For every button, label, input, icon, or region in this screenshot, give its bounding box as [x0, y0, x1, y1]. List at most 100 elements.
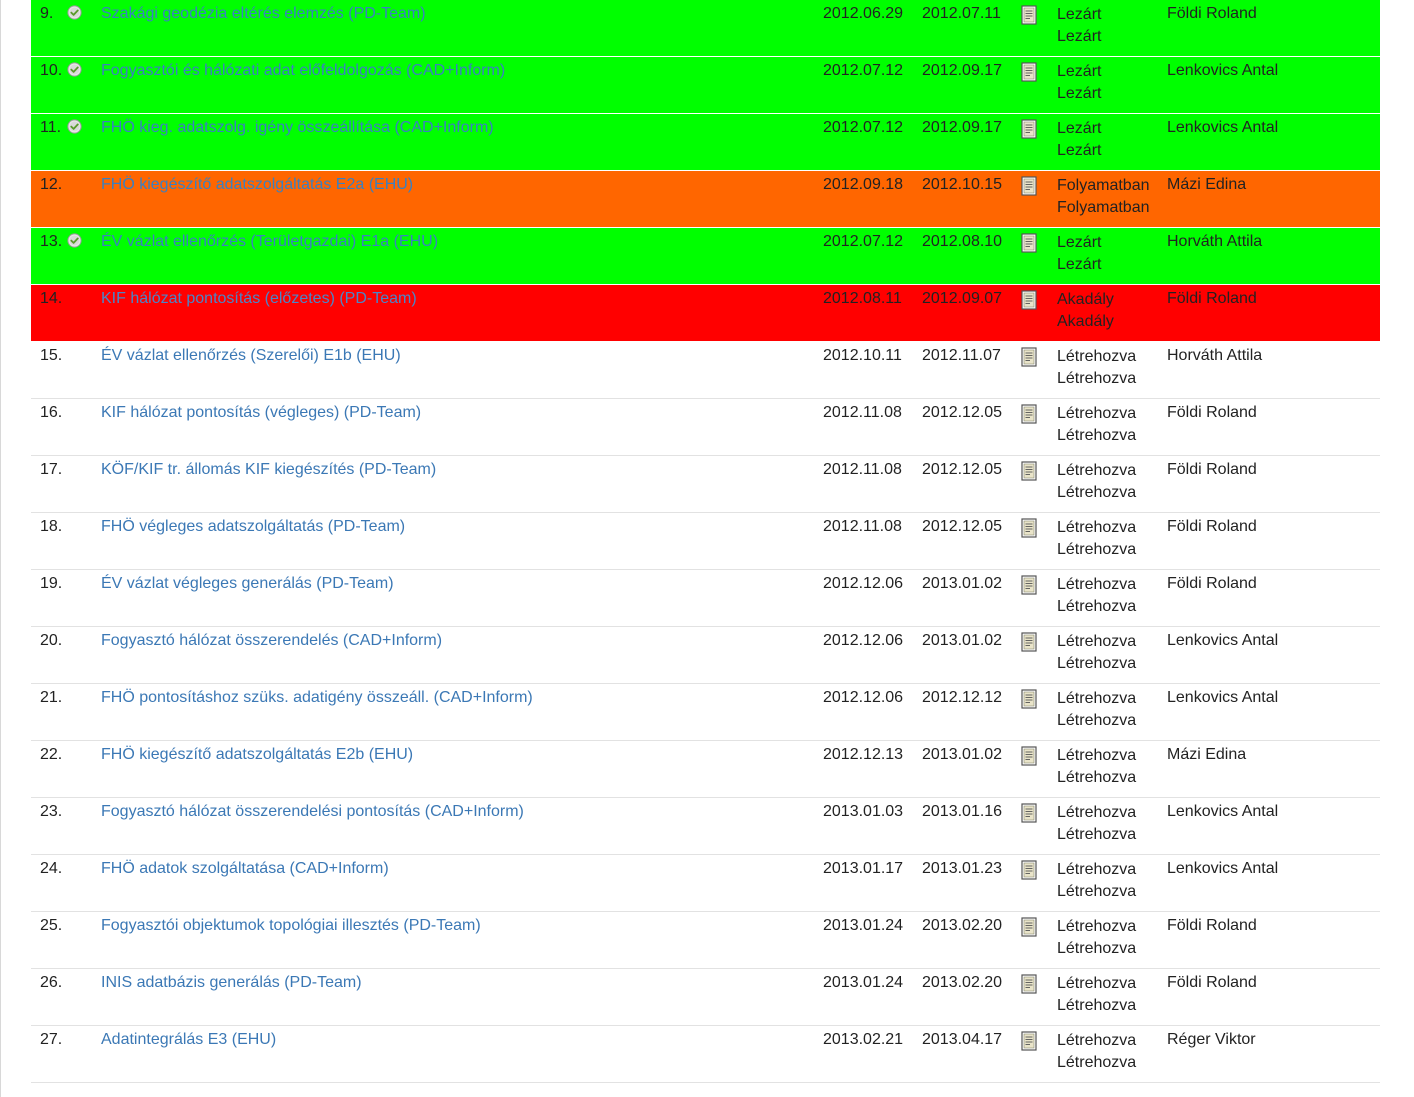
document-icon[interactable] — [1021, 917, 1038, 937]
table-row: 23. Fogyasztó hálózat összerendelési pon… — [31, 798, 1380, 855]
task-title-link[interactable]: Adatintegrálás E3 (EHU) — [101, 1031, 276, 1048]
task-title-link[interactable]: ÉV vázlat végleges generálás (PD-Team) — [101, 575, 394, 592]
row-number: 18. — [40, 518, 63, 535]
start-date: 2012.07.12 — [823, 119, 904, 136]
owner: Földi Roland — [1167, 974, 1257, 991]
document-icon[interactable] — [1021, 461, 1038, 481]
status-secondary: Lezárt — [1057, 85, 1102, 102]
task-title: KIF hálózat pontosítás (végleges) (PD-Te… — [101, 402, 421, 424]
start-date: 2012.11.08 — [823, 518, 902, 535]
document-icon[interactable] — [1021, 5, 1038, 25]
start-date: 2012.07.12 — [823, 62, 904, 79]
end-date: 2012.07.11 — [922, 5, 1001, 22]
task-title-link[interactable]: Fogyasztó hálózat összerendelési pontosí… — [101, 803, 524, 820]
task-title-link[interactable]: Fogyasztói és hálózati adat előfeldolgoz… — [101, 62, 505, 79]
table-row: 24. FHÖ adatok szolgáltatása (CAD+Inform… — [31, 855, 1380, 912]
document-icon[interactable] — [1021, 119, 1038, 139]
task-title-link[interactable]: FHÖ kiegészítő adatszolgáltatás E2a (EHU… — [101, 176, 413, 193]
status-secondary: Létrehozva — [1057, 370, 1137, 387]
task-title: Szakági geodézia eltérés elemzés (PD-Tea… — [101, 3, 426, 25]
task-title-link[interactable]: ÉV vázlat ellenőrzés (Szerelői) E1b (EHU… — [101, 347, 401, 364]
end-date: 2013.01.16 — [922, 803, 1003, 820]
status-primary: Létrehozva — [1057, 1032, 1137, 1049]
task-title-link[interactable]: FHÖ kieg. adatszolg. igény összeállítása… — [101, 119, 494, 136]
document-icon[interactable] — [1021, 404, 1038, 424]
end-date: 2012.12.05 — [922, 461, 1003, 478]
task-title: ÉV vázlat ellenőrzés (Területgazdai) E1a… — [101, 231, 438, 253]
task-title: KÖF/KIF tr. állomás KIF kiegészítés (PD-… — [101, 459, 436, 481]
end-date: 2012.12.05 — [922, 404, 1003, 421]
status: Akadály Akadály — [1057, 289, 1114, 333]
document-icon[interactable] — [1021, 860, 1038, 880]
row-number: 13. — [40, 233, 63, 250]
document-icon[interactable] — [1021, 632, 1038, 652]
status: Létrehozva Létrehozva — [1057, 688, 1136, 732]
document-icon[interactable] — [1021, 1031, 1038, 1051]
owner: Földi Roland — [1167, 518, 1257, 535]
status: Folyamatban Folyamatban — [1057, 175, 1150, 219]
table-row: 14. KIF hálózat pontosítás (előzetes) (P… — [31, 285, 1380, 342]
document-icon[interactable] — [1021, 746, 1038, 766]
status-primary: Létrehozva — [1057, 576, 1137, 593]
document-icon[interactable] — [1021, 176, 1038, 196]
status-primary: Lezárt — [1057, 63, 1102, 80]
end-date: 2013.02.20 — [922, 974, 1003, 991]
status-secondary: Létrehozva — [1057, 541, 1137, 558]
status-primary: Lezárt — [1057, 234, 1102, 251]
document-icon[interactable] — [1021, 803, 1038, 823]
task-title: FHÖ kieg. adatszolg. igény összeállítása… — [101, 117, 494, 139]
status-primary: Lezárt — [1057, 6, 1102, 23]
task-table: 9. Szakági geodézia eltérés elemzés (PD-… — [31, 0, 1380, 1083]
document-icon[interactable] — [1021, 347, 1038, 367]
start-date: 2012.11.08 — [823, 461, 902, 478]
owner: Földi Roland — [1167, 5, 1257, 22]
row-number: 14. — [40, 290, 63, 307]
status-primary: Létrehozva — [1057, 519, 1137, 536]
check-circle-icon — [67, 233, 82, 248]
task-title: INIS adatbázis generálás (PD-Team) — [101, 972, 362, 994]
owner: Lenkovics Antal — [1167, 119, 1279, 136]
task-title-link[interactable]: INIS adatbázis generálás (PD-Team) — [101, 974, 362, 991]
start-date: 2012.07.12 — [823, 233, 904, 250]
row-number: 27. — [40, 1031, 63, 1048]
document-icon[interactable] — [1021, 518, 1038, 538]
status-secondary: Létrehozva — [1057, 655, 1137, 672]
task-title-link[interactable]: ÉV vázlat ellenőrzés (Területgazdai) E1a… — [101, 233, 438, 250]
document-icon[interactable] — [1021, 575, 1038, 595]
row-number: 15. — [40, 347, 63, 364]
row-number: 26. — [40, 974, 63, 991]
status-primary: Létrehozva — [1057, 462, 1137, 479]
task-title-link[interactable]: KÖF/KIF tr. állomás KIF kiegészítés (PD-… — [101, 461, 436, 478]
row-number: 10. — [40, 62, 63, 79]
status: Létrehozva Létrehozva — [1057, 346, 1136, 390]
status-primary: Létrehozva — [1057, 804, 1137, 821]
task-title-link[interactable]: FHÖ adatok szolgáltatása (CAD+Inform) — [101, 860, 389, 877]
status-primary: Létrehozva — [1057, 975, 1137, 992]
document-icon[interactable] — [1021, 974, 1038, 994]
task-title-link[interactable]: Fogyasztó hálózat összerendelés (CAD+Inf… — [101, 632, 442, 649]
status-primary: Akadály — [1057, 291, 1114, 308]
status-secondary: Lezárt — [1057, 142, 1102, 159]
document-icon[interactable] — [1021, 290, 1038, 310]
task-title-link[interactable]: FHÖ kiegészítő adatszolgáltatás E2b (EHU… — [101, 746, 413, 763]
task-title-link[interactable]: KIF hálózat pontosítás (előzetes) (PD-Te… — [101, 290, 417, 307]
end-date: 2012.12.05 — [922, 518, 1003, 535]
task-title-link[interactable]: Szakági geodézia eltérés elemzés (PD-Tea… — [101, 5, 426, 22]
end-date: 2012.09.07 — [922, 290, 1003, 307]
task-title-link[interactable]: FHÖ pontosításhoz szüks. adatigény össze… — [101, 689, 533, 706]
table-row: 16. KIF hálózat pontosítás (végleges) (P… — [31, 399, 1380, 456]
owner: Földi Roland — [1167, 575, 1257, 592]
task-title-link[interactable]: FHÖ végleges adatszolgáltatás (PD-Team) — [101, 518, 405, 535]
status-secondary: Létrehozva — [1057, 598, 1137, 615]
document-icon[interactable] — [1021, 233, 1038, 253]
task-title: FHÖ kiegészítő adatszolgáltatás E2b (EHU… — [101, 744, 413, 766]
task-title: ÉV vázlat végleges generálás (PD-Team) — [101, 573, 394, 595]
task-title-link[interactable]: Fogyasztói objektumok topológiai illeszt… — [101, 917, 481, 934]
document-icon[interactable] — [1021, 62, 1038, 82]
row-number: 24. — [40, 860, 63, 877]
check-circle-icon — [67, 5, 82, 20]
task-title-link[interactable]: KIF hálózat pontosítás (végleges) (PD-Te… — [101, 404, 421, 421]
document-icon[interactable] — [1021, 689, 1038, 709]
table-row: 18. FHÖ végleges adatszolgáltatás (PD-Te… — [31, 513, 1380, 570]
status: Lezárt Lezárt — [1057, 4, 1101, 48]
